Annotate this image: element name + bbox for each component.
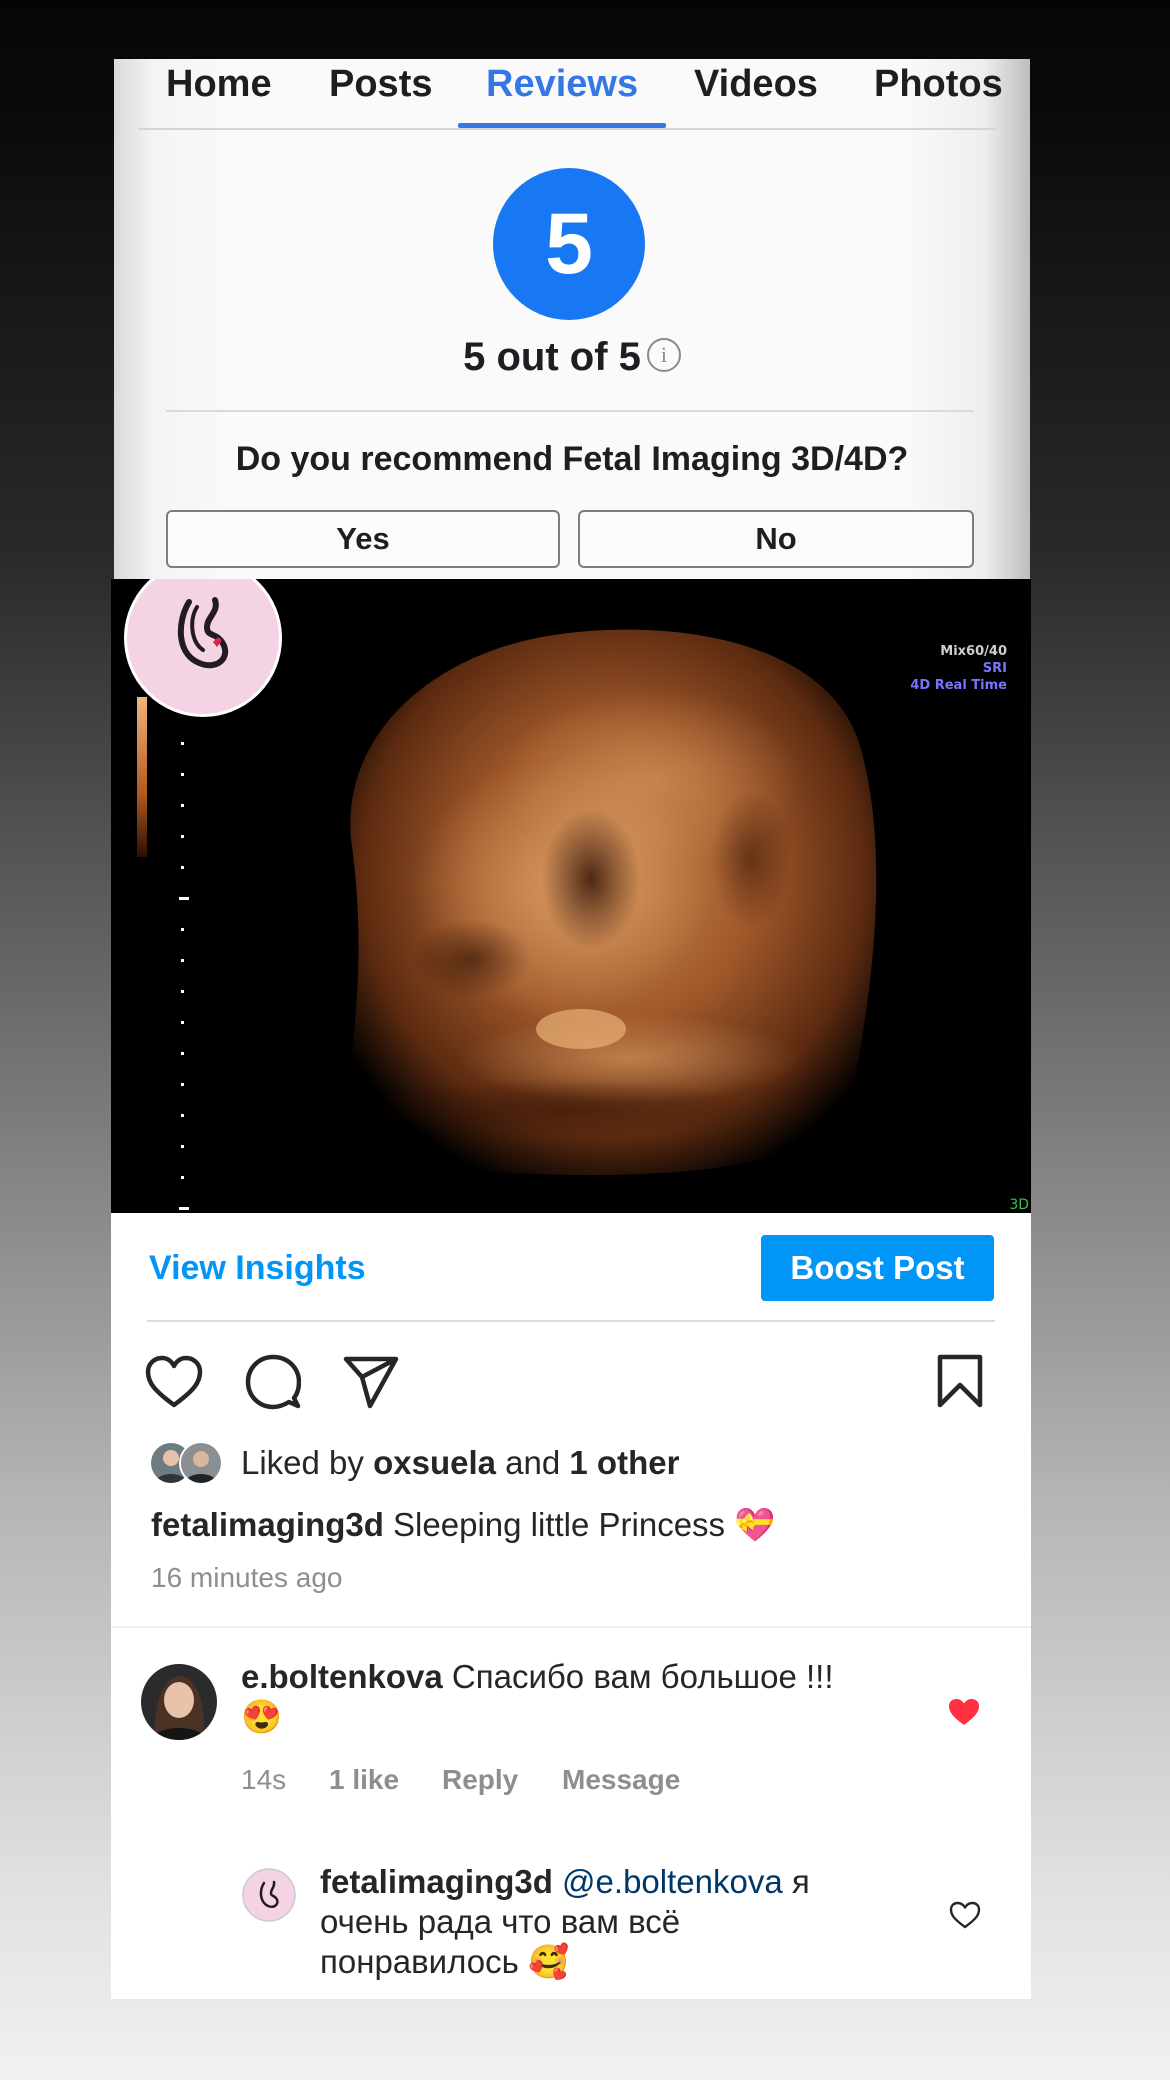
reply-username[interactable]: fetalimaging3d <box>320 1863 553 1900</box>
comment-icon[interactable] <box>245 1354 301 1410</box>
divider <box>111 1626 1031 1628</box>
rating-score-circle: 5 <box>493 168 645 320</box>
rating-summary: 5 out of 5i <box>114 335 1030 380</box>
facebook-tab-bar: Home Posts Reviews Videos Photos <box>114 59 1030 130</box>
tab-reviews[interactable]: Reviews <box>486 63 638 106</box>
overlay-mode: 4D Real Time <box>910 678 1007 693</box>
comment-time: 14s <box>241 1764 287 1795</box>
liked-by-others[interactable]: 1 other <box>569 1444 679 1481</box>
reply-avatar[interactable] <box>242 1868 296 1922</box>
commenter-avatar[interactable] <box>141 1664 217 1740</box>
facebook-reviews-panel: Home Posts Reviews Videos Photos 5 5 out… <box>114 59 1030 579</box>
liked-by-user[interactable]: oxsuela <box>373 1444 496 1481</box>
comment-username[interactable]: e.boltenkova <box>241 1658 443 1695</box>
overlay-3d-label: 3D <box>1009 1197 1029 1213</box>
bookmark-icon[interactable] <box>937 1354 983 1408</box>
comment-body: e.boltenkova Спасибо вам большое !!! 😍 <box>241 1657 841 1737</box>
share-icon[interactable] <box>343 1356 399 1410</box>
rating-summary-text: 5 out of 5 <box>463 335 641 379</box>
comment-likes[interactable]: 1 like <box>329 1764 399 1796</box>
post-timestamp: 16 minutes ago <box>151 1562 343 1593</box>
tab-photos[interactable]: Photos <box>874 63 1003 106</box>
overlay-sri: SRI <box>982 661 1007 676</box>
liker-avatar <box>179 1441 223 1485</box>
tab-home[interactable]: Home <box>166 63 272 106</box>
reply-button[interactable]: Reply <box>442 1764 518 1796</box>
reply-mention[interactable]: @e.boltenkova <box>562 1863 783 1900</box>
heart-icon[interactable] <box>145 1355 203 1409</box>
insights-row: View Insights Boost Post <box>111 1213 1031 1321</box>
view-insights-link[interactable]: View Insights <box>149 1249 366 1288</box>
filled-heart-icon[interactable] <box>948 1698 980 1726</box>
post-photo[interactable]: Mix60/40 SRI 4D Real Time 3D <box>111 579 1031 1213</box>
liked-by-and: and <box>496 1444 570 1481</box>
message-button[interactable]: Message <box>562 1764 680 1796</box>
caption-username[interactable]: fetalimaging3d <box>151 1506 384 1543</box>
divider <box>147 1320 995 1322</box>
divider <box>166 410 974 412</box>
boost-post-button[interactable]: Boost Post <box>761 1235 994 1301</box>
rating-score: 5 <box>545 195 593 292</box>
post-caption: fetalimaging3d Sleeping little Princess … <box>151 1506 775 1545</box>
tab-posts[interactable]: Posts <box>329 63 432 106</box>
tab-divider <box>138 128 996 130</box>
liked-by-prefix: Liked by <box>241 1444 374 1481</box>
reply-body: fetalimaging3d @e.boltenkova я очень рад… <box>320 1862 880 1982</box>
heart-outline-icon[interactable] <box>949 1901 981 1929</box>
tab-videos[interactable]: Videos <box>694 63 818 106</box>
instagram-post: Mix60/40 SRI 4D Real Time 3D View Insigh… <box>111 579 1031 1999</box>
info-icon[interactable]: i <box>646 338 681 373</box>
no-button[interactable]: No <box>578 510 974 568</box>
recommend-question: Do you recommend Fetal Imaging 3D/4D? <box>235 440 909 478</box>
caption-text: Sleeping little Princess 💝 <box>383 1506 776 1543</box>
liked-by-text: Liked by oxsuela and 1 other <box>241 1444 679 1482</box>
overlay-mix: Mix60/40 <box>940 644 1007 659</box>
yes-button[interactable]: Yes <box>166 510 560 568</box>
